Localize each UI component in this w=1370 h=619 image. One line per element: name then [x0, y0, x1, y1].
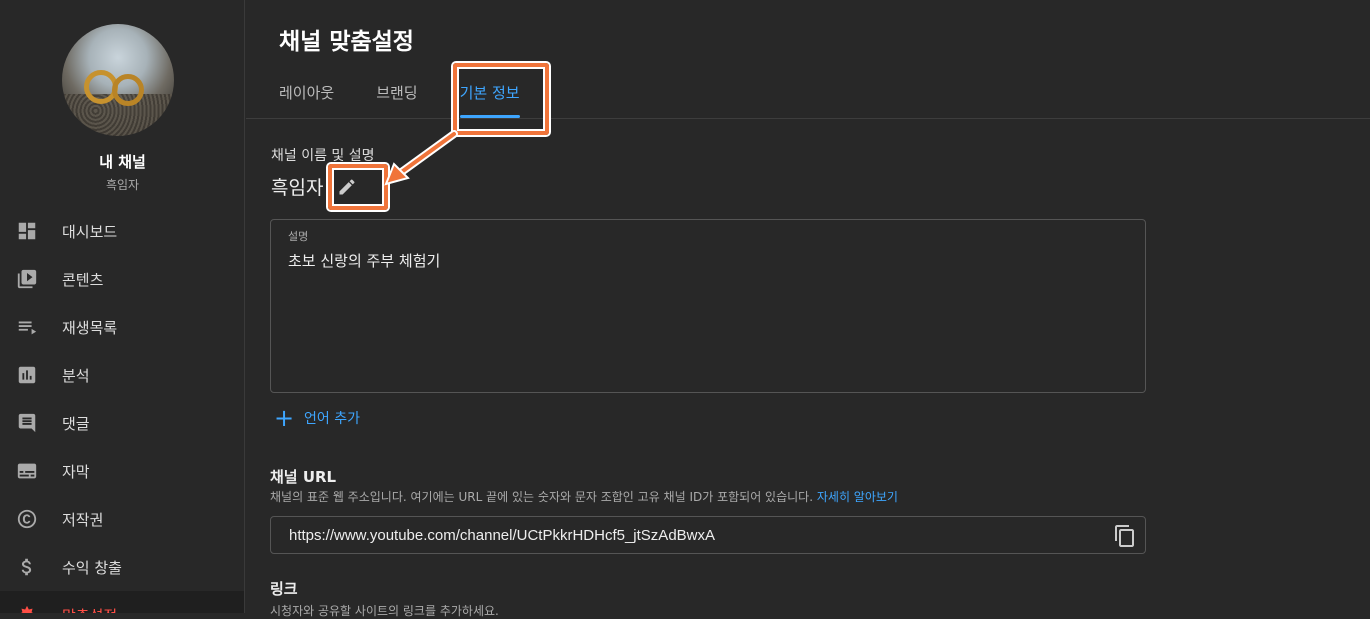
analytics-icon	[16, 364, 38, 386]
description-label: 설명	[288, 230, 309, 243]
learn-more-link[interactable]: 자세히 알아보기	[817, 490, 898, 504]
channel-url-help: 채널의 표준 웹 주소입니다. 여기에는 URL 끝에 있는 숫자와 문자 조합…	[270, 488, 898, 505]
copyright-icon	[16, 508, 38, 530]
sidebar-item-subtitles[interactable]: 자막	[0, 447, 244, 495]
sidebar: 내 채널 흑임자 대시보드 콘텐츠 재생목록 분석 댓글 자막 저작권 수익 창…	[0, 0, 245, 613]
playlist-icon	[16, 316, 38, 338]
tabs-divider	[246, 118, 1370, 119]
sidebar-item-label: 자막	[62, 462, 90, 481]
plus-icon: +	[274, 404, 295, 432]
annotation-arrow-icon	[384, 130, 458, 186]
customization-icon	[16, 604, 38, 613]
sidebar-item-comments[interactable]: 댓글	[0, 399, 244, 447]
sidebar-item-label: 저작권	[62, 510, 104, 529]
sidebar-item-monetization[interactable]: 수익 창출	[0, 543, 244, 591]
channel-url-value: https://www.youtube.com/channel/UCtPkkrH…	[289, 526, 715, 544]
tab-branding[interactable]: 브랜딩	[376, 82, 417, 118]
sidebar-nav: 대시보드 콘텐츠 재생목록 분석 댓글 자막 저작권 수익 창출	[0, 207, 244, 614]
channel-avatar[interactable]	[62, 24, 174, 136]
sidebar-item-label: 댓글	[62, 414, 90, 433]
sidebar-item-label: 분석	[62, 366, 90, 385]
sidebar-item-content[interactable]: 콘텐츠	[0, 255, 244, 303]
annotation-highlight-box	[328, 164, 388, 210]
channel-handle: 흑임자	[105, 178, 140, 192]
avatar-ring	[112, 74, 144, 106]
sidebar-item-label: 대시보드	[62, 222, 118, 241]
page-title: 채널 맞춤설정	[279, 29, 414, 55]
sidebar-item-copyright[interactable]: 저작권	[0, 495, 244, 543]
tab-layout[interactable]: 레이아웃	[279, 82, 334, 118]
subtitles-icon	[16, 460, 38, 482]
copy-icon[interactable]	[1113, 524, 1137, 548]
description-value: 초보 신랑의 주부 체험기	[288, 252, 441, 270]
description-field[interactable]: 설명 초보 신랑의 주부 체험기	[270, 219, 1146, 393]
sidebar-item-customization[interactable]: 맞춤설정	[0, 591, 244, 614]
comments-icon	[16, 412, 38, 434]
sidebar-item-playlists[interactable]: 재생목록	[0, 303, 244, 351]
sidebar-item-label: 콘텐츠	[62, 270, 104, 289]
sidebar-item-analytics[interactable]: 분석	[0, 351, 244, 399]
channel-url-field[interactable]: https://www.youtube.com/channel/UCtPkkrH…	[270, 516, 1146, 554]
monetization-icon	[16, 556, 38, 578]
channel-url-title: 채널 URL	[270, 468, 337, 486]
sidebar-item-label: 맞춤설정	[62, 605, 117, 614]
add-language-label: 언어 추가	[304, 411, 360, 427]
sidebar-item-dashboard[interactable]: 대시보드	[0, 207, 244, 255]
channel-url-help-text: 채널의 표준 웹 주소입니다. 여기에는 URL 끝에 있는 숫자와 문자 조합…	[270, 490, 814, 504]
add-language-button[interactable]: + 언어 추가	[274, 406, 360, 430]
annotation-highlight-box	[453, 63, 549, 135]
content-icon	[16, 268, 38, 290]
links-help: 시청자와 공유할 사이트의 링크를 추가하세요.	[270, 604, 499, 618]
dashboard-icon	[16, 220, 38, 242]
links-title: 링크	[270, 580, 298, 598]
sidebar-item-label: 재생목록	[62, 318, 118, 337]
main-content: 채널 맞춤설정 레이아웃 브랜딩 기본 정보 채널 이름 및 설명 흑임자 설명…	[246, 0, 1370, 618]
name-section-label: 채널 이름 및 설명	[271, 148, 375, 164]
sidebar-item-label: 수익 창출	[62, 558, 122, 577]
channel-name: 내 채널	[99, 153, 146, 171]
channel-name-text: 흑임자	[271, 177, 324, 199]
